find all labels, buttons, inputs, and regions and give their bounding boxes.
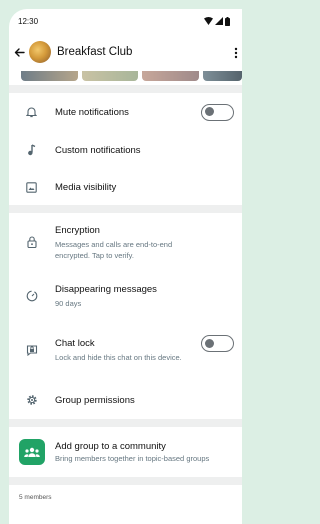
- media-thumbnail[interactable]: [202, 71, 242, 81]
- music-note-icon: [25, 144, 38, 157]
- custom-notifications-label: Custom notifications: [55, 144, 141, 156]
- media-thumbnail[interactable]: [21, 71, 78, 81]
- app-bar: Breakfast Club: [9, 33, 242, 71]
- mute-notifications-row[interactable]: Mute notifications: [9, 93, 242, 131]
- media-visibility-label: Media visibility: [55, 181, 117, 193]
- encryption-row[interactable]: Encryption Messages and calls are end-to…: [9, 213, 242, 273]
- group-name[interactable]: Breakfast Club: [57, 46, 132, 58]
- section-divider: [9, 419, 242, 427]
- chat-lock-title: Chat lock: [55, 337, 95, 349]
- media-visibility-row[interactable]: Media visibility: [9, 169, 242, 205]
- custom-notifications-row[interactable]: Custom notifications: [9, 131, 242, 169]
- chat-lock-row[interactable]: Chat lock Lock and hide this chat on thi…: [9, 319, 242, 381]
- community-section: Add group to a community Bring members t…: [9, 427, 242, 477]
- status-bar: 12:30: [9, 9, 242, 33]
- toggle-knob: [205, 338, 214, 348]
- privacy-settings: Encryption Messages and calls are end-to…: [9, 213, 242, 419]
- mute-notifications-label: Mute notifications: [55, 106, 129, 118]
- image-icon: [25, 181, 38, 194]
- bell-icon: [25, 106, 38, 119]
- chat-lock-icon: [25, 343, 38, 356]
- chat-lock-subtitle: Lock and hide this chat on this device.: [55, 352, 182, 362]
- disappearing-messages-text: Disappearing messages 90 days: [55, 284, 157, 309]
- section-divider: [9, 85, 242, 93]
- encryption-title: Encryption: [55, 225, 100, 236]
- members-count: 5 members: [19, 494, 52, 501]
- encryption-subtitle: Messages and calls are end-to-end encryp…: [55, 240, 173, 260]
- disappearing-messages-title: Disappearing messages: [55, 283, 157, 295]
- chat-lock-toggle[interactable]: [201, 335, 234, 352]
- add-to-community-row[interactable]: Add group to a community Bring members t…: [9, 427, 242, 477]
- media-thumbnail[interactable]: [142, 71, 199, 81]
- timer-icon: [25, 289, 38, 302]
- back-arrow-icon[interactable]: [13, 46, 25, 58]
- section-divider: [9, 477, 242, 485]
- media-thumbnail[interactable]: [81, 71, 139, 81]
- more-options-icon[interactable]: [234, 46, 238, 64]
- chat-lock-text: Chat lock Lock and hide this chat on thi…: [55, 338, 190, 363]
- disappearing-messages-value: 90 days: [55, 298, 82, 308]
- media-thumbnail-strip: [9, 71, 242, 81]
- group-permissions-label: Group permissions: [55, 394, 135, 406]
- gear-icon: [25, 394, 38, 407]
- encryption-text: Encryption Messages and calls are end-to…: [55, 225, 205, 261]
- wifi-icon: [204, 17, 213, 25]
- status-icons: [204, 16, 230, 26]
- notification-settings: Mute notifications Custom notifications …: [9, 93, 242, 205]
- status-time: 12:30: [18, 16, 39, 26]
- disappearing-messages-row[interactable]: Disappearing messages 90 days: [9, 273, 242, 319]
- section-divider: [9, 205, 242, 213]
- toggle-knob: [205, 107, 214, 116]
- signal-icon: [215, 17, 223, 25]
- phone-screen: 12:30 Breakfast Club Mute notifications: [9, 9, 242, 524]
- battery-icon: [225, 16, 230, 26]
- lock-icon: [25, 235, 38, 248]
- community-subtitle: Bring members together in topic-based gr…: [55, 453, 210, 463]
- community-title: Add group to a community: [55, 440, 166, 452]
- mute-notifications-toggle[interactable]: [201, 103, 234, 121]
- group-avatar[interactable]: [29, 41, 51, 63]
- community-icon: [19, 439, 45, 465]
- community-text: Add group to a community Bring members t…: [55, 441, 215, 464]
- group-permissions-row[interactable]: Group permissions: [9, 381, 242, 419]
